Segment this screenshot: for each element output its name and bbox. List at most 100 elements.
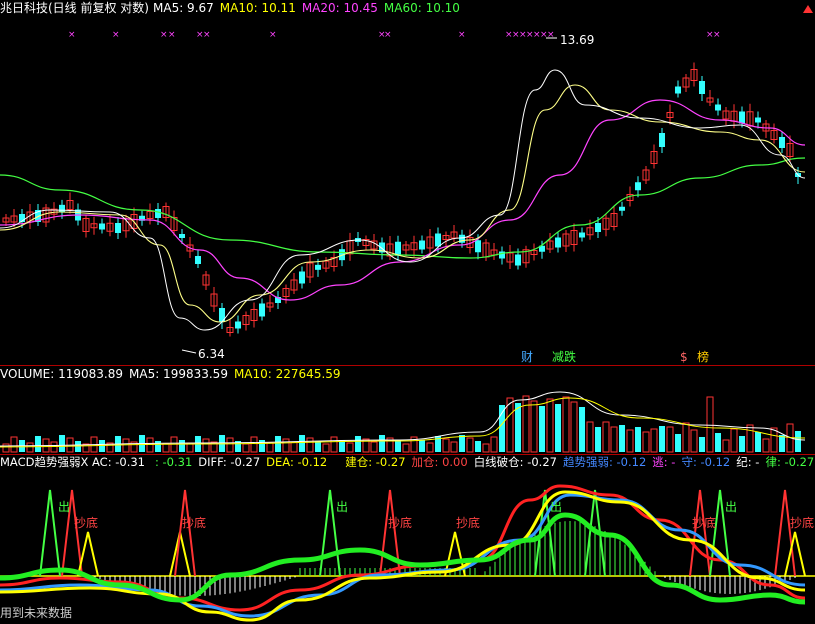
volume-bar xyxy=(10,436,18,453)
volume-bar xyxy=(539,406,545,452)
chart-canvas[interactable]: × × × × × × × ×× × × × × × × × × × × xyxy=(0,0,815,624)
macd-ji: 纪: - xyxy=(736,455,760,469)
badge-dollar[interactable]: $ xyxy=(680,350,688,364)
volume-bar xyxy=(675,434,681,452)
volume-bar xyxy=(755,432,761,452)
volume-ma5: MA5: 199833.59 xyxy=(129,367,228,381)
macd-ac2: : -0.31 xyxy=(155,455,193,469)
signal-chu-3: 出 xyxy=(550,500,563,514)
panel-divider-1 xyxy=(0,365,815,366)
volume-bar xyxy=(442,438,450,453)
chevron-up-icon[interactable] xyxy=(801,2,815,16)
signal-x-mark: × xyxy=(112,30,120,40)
macd-spike xyxy=(774,489,796,577)
ma20-value: MA20: 10.45 xyxy=(301,1,378,15)
volume-bar xyxy=(490,436,498,453)
volume-bar xyxy=(466,437,474,453)
signal-chu-1: 出 xyxy=(58,500,71,514)
volume-bar xyxy=(370,441,378,453)
price-candle xyxy=(195,256,201,264)
volume-bar xyxy=(635,427,641,452)
price-candle xyxy=(755,117,761,123)
price-candle xyxy=(395,241,401,256)
badge-rank[interactable]: 榜 xyxy=(697,350,709,364)
volume-bar xyxy=(659,426,665,452)
volume-bar xyxy=(770,427,778,453)
signal-x-mark: × xyxy=(384,30,392,40)
signal-chu-4: 出 xyxy=(725,500,738,514)
volume-bar xyxy=(179,440,185,452)
macd-yellow-line xyxy=(0,490,806,622)
signal-chaodi-6: 抄底 xyxy=(790,516,815,530)
volume-bar xyxy=(530,400,538,453)
volume-bar xyxy=(522,395,530,453)
volume-bar xyxy=(355,436,361,452)
price-candle xyxy=(555,237,561,248)
price-candle xyxy=(715,104,721,111)
volume-bar xyxy=(275,436,281,452)
signal-x-mark: × xyxy=(203,30,211,40)
price-candle xyxy=(515,254,521,266)
volume-bar xyxy=(250,436,258,453)
volume-bar xyxy=(610,426,618,453)
volume-bar xyxy=(475,441,481,452)
volume-bar xyxy=(59,435,65,452)
high-price-label: 13.69 xyxy=(560,33,595,47)
price-candle xyxy=(99,223,105,230)
ma20-line xyxy=(0,99,806,301)
volume-bar xyxy=(26,442,34,453)
volume-bar xyxy=(202,438,210,453)
volume-bar xyxy=(506,397,514,453)
volume-bar xyxy=(242,443,250,453)
ma60-line xyxy=(0,157,806,259)
signal-chaodi-4: 抄底 xyxy=(456,516,481,530)
volume-bar xyxy=(146,437,154,453)
price-candle xyxy=(475,240,481,253)
volume-bar xyxy=(690,429,698,453)
badge-finance[interactable]: 财 xyxy=(521,350,533,364)
signal-x-mark: × xyxy=(168,30,176,40)
volume-header: VOLUME: 119083.89 MA5: 199833.59 MA10: 227… xyxy=(0,367,347,381)
macd-spike xyxy=(174,489,196,577)
macd-diff: DIFF: -0.27 xyxy=(198,455,261,469)
volume-bar xyxy=(226,437,234,453)
volume-bar xyxy=(555,404,561,452)
volume-bar xyxy=(299,435,305,452)
macd-whitebreak: 白线破仓: -0.27 xyxy=(473,455,557,469)
volume-bar xyxy=(419,440,425,452)
volume-bar xyxy=(450,441,458,453)
volume-bar xyxy=(155,441,161,452)
volume-bar xyxy=(346,442,354,453)
main-header: 兆日科技(日线 前复权 对数) MA5: 9.67 MA10: 10.11 MA20:… xyxy=(0,1,466,15)
price-candle xyxy=(115,223,121,233)
price-candle xyxy=(619,206,625,211)
price-candle xyxy=(675,86,681,94)
volume-bar xyxy=(315,441,321,452)
signal-x-mark: × xyxy=(68,30,76,40)
price-candle xyxy=(235,321,241,329)
price-candle xyxy=(179,234,185,238)
macd-escape: 逃: - xyxy=(652,455,676,469)
volume-bar xyxy=(570,401,578,453)
ma60-value: MA60: 10.10 xyxy=(383,1,460,15)
volume-bar xyxy=(35,436,41,452)
volume-bar xyxy=(282,438,290,453)
macd-dea: DEA: -0.12 xyxy=(266,455,328,469)
signal-chaodi-5: 抄底 xyxy=(692,516,717,530)
volume-bar xyxy=(650,428,658,453)
volume-ma10: MA10: 227645.59 xyxy=(233,367,341,381)
volume-bar xyxy=(579,407,585,452)
signal-x-mark: × xyxy=(458,30,466,40)
volume-bar xyxy=(306,437,314,453)
price-candle xyxy=(659,133,665,147)
volume-bar xyxy=(266,442,274,453)
ma10-value: MA10: 10.11 xyxy=(219,1,296,15)
signal-chaodi-2: 抄底 xyxy=(182,516,207,530)
volume-bar xyxy=(122,438,130,453)
price-candle xyxy=(435,233,441,247)
macd-ac: MACD趋势强弱X AC: -0.31 xyxy=(0,455,145,469)
volume-bar xyxy=(730,428,738,453)
badge-reduce[interactable]: 减跌 xyxy=(552,350,576,364)
macd-blue-line xyxy=(0,493,806,618)
low-price-label: 6.34 xyxy=(198,347,225,361)
